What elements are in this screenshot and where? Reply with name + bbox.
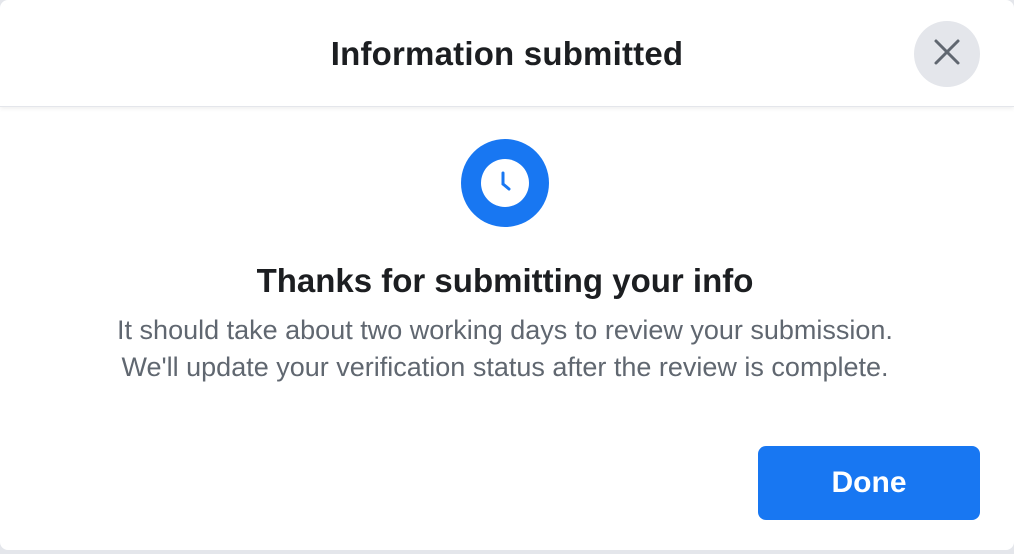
- confirmation-message: It should take about two working days to…: [0, 312, 1010, 386]
- info-submitted-dialog: Information submitted Thanks for submitt…: [0, 0, 1014, 550]
- dialog-header: Information submitted: [0, 0, 1014, 107]
- message-line: We'll update your verification status af…: [121, 352, 889, 382]
- done-button[interactable]: Done: [758, 446, 980, 520]
- close-button[interactable]: [914, 21, 980, 87]
- message-line: It should take about two working days to…: [117, 315, 893, 345]
- confirmation-heading: Thanks for submitting your info: [256, 262, 754, 299]
- dialog-title: Information submitted: [330, 35, 684, 72]
- close-icon: [932, 37, 962, 72]
- clock-icon: [461, 139, 549, 227]
